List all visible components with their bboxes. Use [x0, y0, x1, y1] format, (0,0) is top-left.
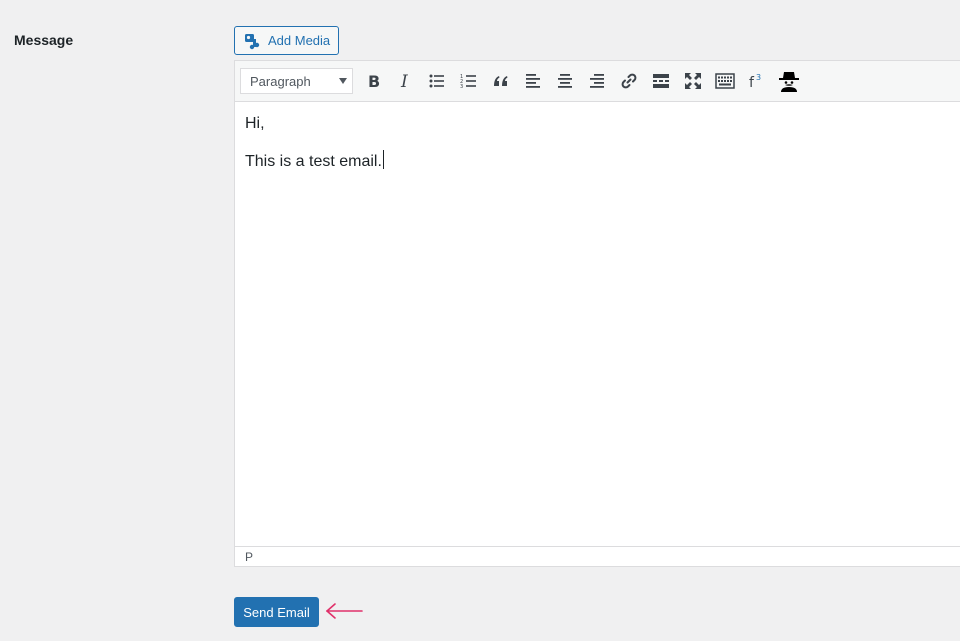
incognito-icon: [779, 72, 799, 92]
editor-statusbar: P: [235, 546, 960, 567]
toolbar-toggle-button[interactable]: [709, 66, 741, 96]
footnote-icon: f 3: [749, 73, 761, 91]
blockquote-button[interactable]: [485, 66, 517, 96]
read-more-icon: [653, 74, 669, 88]
element-path[interactable]: P: [245, 550, 253, 564]
toolbar-toggle-icon: [715, 73, 735, 89]
arrow-left-icon: [326, 603, 363, 619]
align-left-icon: [526, 74, 540, 88]
add-media-button[interactable]: Add Media: [234, 26, 339, 55]
svg-text:3: 3: [756, 73, 761, 82]
align-right-button[interactable]: [581, 66, 613, 96]
align-right-icon: [590, 74, 604, 88]
bulleted-list-button[interactable]: [421, 66, 453, 96]
align-left-button[interactable]: [517, 66, 549, 96]
editor-paragraph-text: This is a test email.: [245, 153, 382, 170]
send-email-button[interactable]: Send Email: [234, 597, 319, 627]
italic-button[interactable]: I: [389, 66, 421, 96]
editor-paragraph: This is a test email.: [245, 150, 960, 172]
blockquote-icon: [494, 76, 508, 86]
message-label: Message: [14, 32, 74, 48]
incognito-button[interactable]: [773, 66, 805, 96]
svg-text:3: 3: [460, 84, 463, 90]
svg-text:f: f: [749, 75, 755, 91]
align-center-icon: [558, 74, 572, 88]
add-media-icon: [244, 32, 262, 50]
editor-paragraph: Hi,: [245, 115, 265, 132]
editor-toolbar: Paragraph B I 1 2 3 f 3: [235, 61, 960, 102]
add-media-label: Add Media: [268, 33, 331, 48]
align-center-button[interactable]: [549, 66, 581, 96]
chevron-down-icon: [339, 78, 347, 84]
link-icon: [621, 73, 637, 89]
svg-text:B: B: [368, 72, 380, 91]
bold-button[interactable]: B: [357, 66, 389, 96]
editor-content[interactable]: Hi, This is a test email.: [235, 102, 960, 546]
bulleted-list-icon: [429, 74, 444, 88]
message-editor: Paragraph B I 1 2 3 f 3 Hi, This is a te…: [234, 60, 960, 567]
svg-text:I: I: [400, 72, 408, 91]
format-select[interactable]: Paragraph: [240, 68, 353, 94]
fullscreen-icon: [685, 73, 701, 89]
format-select-value: Paragraph: [250, 73, 311, 89]
bold-icon: B: [368, 72, 380, 91]
footnote-button[interactable]: f 3: [741, 66, 773, 96]
fullscreen-button[interactable]: [677, 66, 709, 96]
numbered-list-button[interactable]: 1 2 3: [453, 66, 485, 96]
text-cursor: [382, 150, 384, 169]
numbered-list-icon: 1 2 3: [460, 74, 476, 90]
italic-icon: I: [400, 72, 408, 91]
link-button[interactable]: [613, 66, 645, 96]
read-more-button[interactable]: [645, 66, 677, 96]
